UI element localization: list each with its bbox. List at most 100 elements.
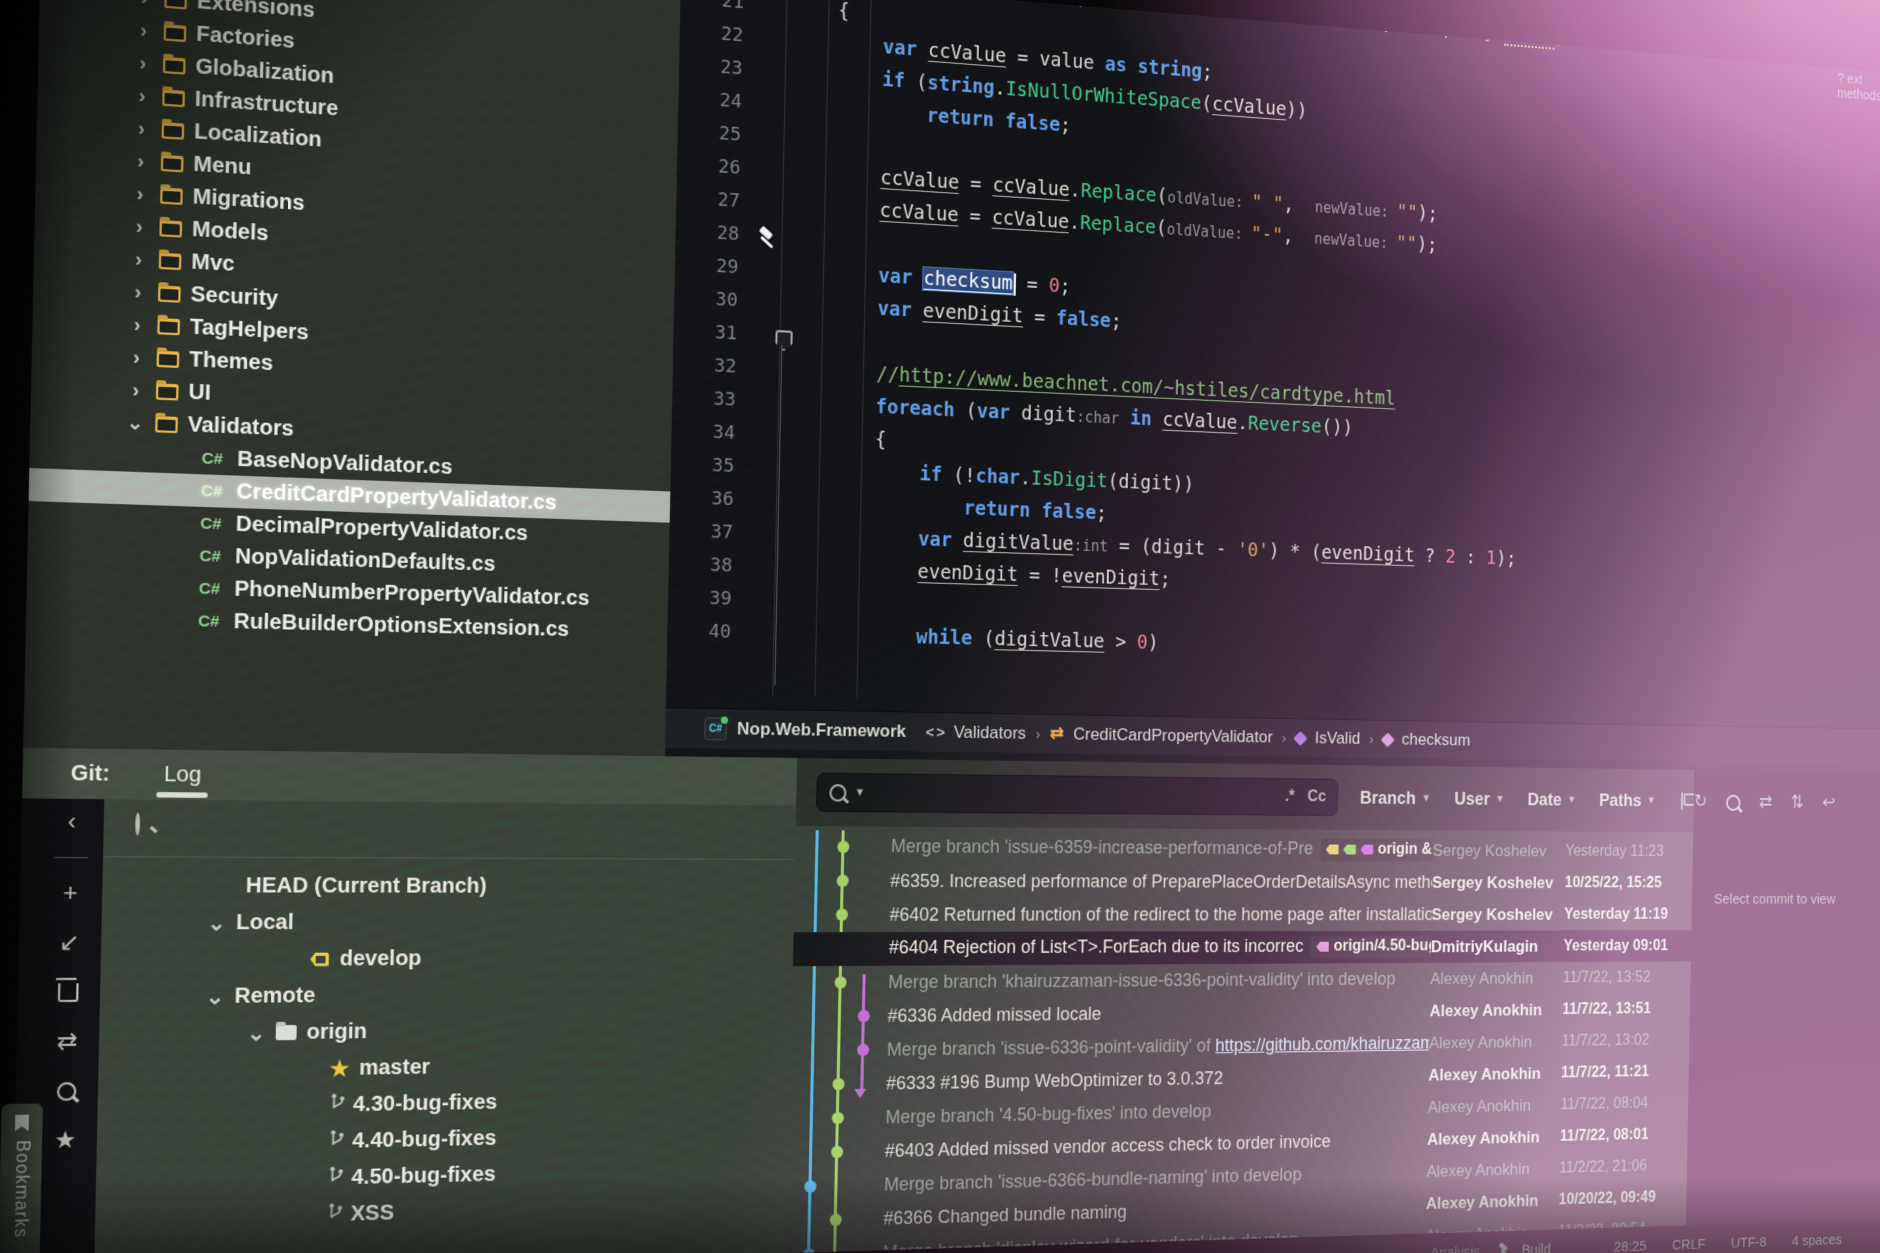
tree-item-label: BaseNopValidator.cs bbox=[237, 447, 453, 480]
favorite-icon[interactable]: ★ bbox=[50, 1126, 80, 1155]
filter-date[interactable]: Date▼ bbox=[1527, 789, 1576, 810]
git-log-panel: ▼ .* Cc Branch▼ User▼ Date▼ Paths▼ Merge br… bbox=[787, 758, 1694, 1253]
commit-message: Merge branch 'issue-6336-point-validity'… bbox=[887, 1033, 1430, 1061]
search-icon[interactable] bbox=[51, 1076, 81, 1105]
regex-toggle[interactable]: .* bbox=[1285, 788, 1295, 806]
bookmarks-label: Bookmarks bbox=[9, 1140, 32, 1239]
project-tree-panel: ›Controllers›Events›Extensions›Factories… bbox=[23, 0, 681, 756]
tree-item-label: RuleBuilderOptionsExtension.cs bbox=[233, 609, 569, 642]
chevron-down-icon[interactable]: ⌄ bbox=[207, 909, 236, 936]
chevron-right-icon[interactable]: › bbox=[125, 345, 148, 369]
build-widget[interactable]: Build bbox=[1522, 1241, 1552, 1253]
tab-log[interactable]: Log bbox=[164, 762, 202, 787]
commit-date: Yesterday 11:19 bbox=[1564, 906, 1692, 923]
chevron-down-icon[interactable]: ⌄ bbox=[247, 1019, 276, 1046]
branch-item-local[interactable]: ⌄Local bbox=[101, 904, 794, 941]
delete-icon[interactable] bbox=[53, 978, 83, 1007]
chevron-right-icon[interactable]: › bbox=[126, 280, 149, 304]
branch-search[interactable] bbox=[135, 815, 140, 835]
tag-icon bbox=[1316, 942, 1329, 952]
filter-user[interactable]: User▼ bbox=[1454, 788, 1505, 809]
chevron-right-icon[interactable]: › bbox=[127, 247, 150, 271]
breadcrumb[interactable]: C#Nop.Web.Framework < >Validators›⇄Credi… bbox=[665, 707, 1880, 765]
commit-details-pane: ↻ ⇄ ⇅ ↩ Select commit to view Commit bbox=[1686, 770, 1880, 1226]
chevron-down-icon: ▼ bbox=[854, 786, 865, 798]
line-number: 27 bbox=[676, 181, 740, 218]
chevron-right-icon[interactable]: › bbox=[132, 18, 155, 43]
breadcrumb-item[interactable]: CreditCardPropertyValidator bbox=[1073, 724, 1273, 747]
undo-icon[interactable]: ↩ bbox=[1822, 792, 1836, 814]
add-icon[interactable]: + bbox=[55, 879, 85, 908]
code-editor[interactable]: override bool IsValid(ValidationContext<… bbox=[665, 0, 1880, 773]
folder-icon bbox=[162, 122, 185, 140]
tab-bookmarks[interactable]: Bookmarks bbox=[0, 1103, 43, 1253]
commit-row[interactable]: #6402 Returned function of the redirect … bbox=[794, 898, 1692, 932]
commit-row[interactable]: #6404 Rejection of List<T>.ForEach due t… bbox=[793, 930, 1692, 966]
csharp-file-icon: C# bbox=[198, 612, 227, 631]
folder-icon bbox=[163, 56, 186, 74]
refresh-icon[interactable]: ↻ bbox=[1694, 791, 1708, 813]
line-number: 37 bbox=[669, 514, 733, 549]
chevron-right-icon[interactable]: › bbox=[124, 378, 147, 402]
chevron-right-icon[interactable]: › bbox=[129, 149, 152, 173]
branch-label: 4.40-bug-fixes bbox=[352, 1126, 497, 1153]
tree-item-label: DecimalPropertyValidator.cs bbox=[236, 512, 529, 546]
chevron-right-icon[interactable]: › bbox=[130, 116, 153, 140]
caret-position[interactable]: 28:25 bbox=[1614, 1238, 1647, 1253]
branch-item-head-current-branch-[interactable]: HEAD (Current Branch) bbox=[102, 867, 795, 904]
code-vision-hint[interactable]: ? ext methods bbox=[1837, 70, 1880, 118]
chevron-down-icon: ▼ bbox=[1646, 795, 1656, 807]
line-number: 23 bbox=[679, 48, 743, 86]
chevron-right-icon[interactable]: › bbox=[131, 51, 154, 75]
folder-icon bbox=[160, 187, 183, 205]
get-from-vcs-icon[interactable]: ↙ bbox=[54, 928, 84, 957]
ref-tag-chip[interactable]: origin/4.50-bug-fixes bbox=[1311, 936, 1432, 959]
tag-icon bbox=[1326, 845, 1339, 855]
hide-panel-icon[interactable]: ‹ bbox=[57, 808, 87, 837]
photo-frame: ›Controllers›Events›Extensions›Factories… bbox=[0, 0, 1880, 1253]
folder-icon bbox=[276, 1025, 297, 1040]
match-case-toggle[interactable]: Cc bbox=[1307, 788, 1326, 806]
commit-author: Alexey Anokhin bbox=[1429, 1032, 1562, 1053]
chevron-right-icon[interactable]: › bbox=[128, 214, 151, 238]
compare-icon[interactable]: ⇄ bbox=[52, 1027, 82, 1056]
line-number: 32 bbox=[673, 348, 737, 384]
analysis-widget[interactable]: Analysis bbox=[1430, 1243, 1480, 1253]
commit-row[interactable]: Merge branch 'issue-6359-increase-perfor… bbox=[795, 830, 1693, 867]
breadcrumb-project[interactable]: Nop.Web.Framework bbox=[737, 719, 906, 742]
chevron-down-icon[interactable]: ⌄ bbox=[205, 983, 234, 1010]
folder-icon bbox=[164, 24, 187, 42]
compare-icon[interactable]: ⇄ bbox=[1759, 791, 1773, 813]
breadcrumb-separator: › bbox=[1369, 731, 1374, 748]
filter-paths[interactable]: Paths▼ bbox=[1599, 790, 1656, 811]
chevron-right-icon[interactable]: › bbox=[131, 83, 154, 107]
branch-item-develop[interactable]: develop bbox=[100, 939, 793, 978]
breadcrumb-item[interactable]: checksum bbox=[1402, 730, 1471, 751]
line-number: 40 bbox=[667, 614, 731, 649]
breadcrumb-item[interactable]: Validators bbox=[954, 722, 1027, 743]
chevron-down-icon[interactable]: ⌄ bbox=[124, 411, 147, 435]
line-separator[interactable]: CRLF bbox=[1672, 1236, 1706, 1253]
chevron-right-icon[interactable]: › bbox=[133, 0, 156, 10]
chevron-right-icon[interactable]: › bbox=[126, 313, 149, 337]
chevron-right-icon[interactable]: › bbox=[128, 182, 151, 206]
ref-tag-chip[interactable]: origin & develop bbox=[1320, 839, 1433, 862]
line-number: 24 bbox=[678, 81, 742, 119]
folder-icon bbox=[159, 252, 182, 270]
swap-icon[interactable]: ⇅ bbox=[1790, 792, 1804, 814]
file-encoding[interactable]: UTF-8 bbox=[1731, 1234, 1767, 1251]
branch-icon bbox=[329, 1092, 347, 1118]
breadcrumb-item[interactable]: IsValid bbox=[1315, 728, 1361, 748]
commit-search-input[interactable]: ▼ .* Cc bbox=[816, 773, 1338, 816]
folder-icon bbox=[161, 154, 184, 172]
filter-branch[interactable]: Branch▼ bbox=[1360, 787, 1431, 808]
tree-item-label: UI bbox=[188, 380, 211, 406]
indent-setting[interactable]: 4 spaces bbox=[1792, 1231, 1842, 1249]
commit-link[interactable]: https://github.com/khairuzzaman/ bbox=[1215, 1033, 1429, 1055]
branch-label: HEAD (Current Branch) bbox=[246, 873, 487, 898]
commit-row[interactable]: #6359. Increased performance of PrepareP… bbox=[794, 864, 1692, 899]
search-icon[interactable] bbox=[1726, 795, 1741, 811]
go-to-hash-icon[interactable] bbox=[1680, 792, 1694, 809]
search-icon bbox=[135, 813, 140, 836]
csharp-file-icon: C# bbox=[201, 449, 230, 469]
